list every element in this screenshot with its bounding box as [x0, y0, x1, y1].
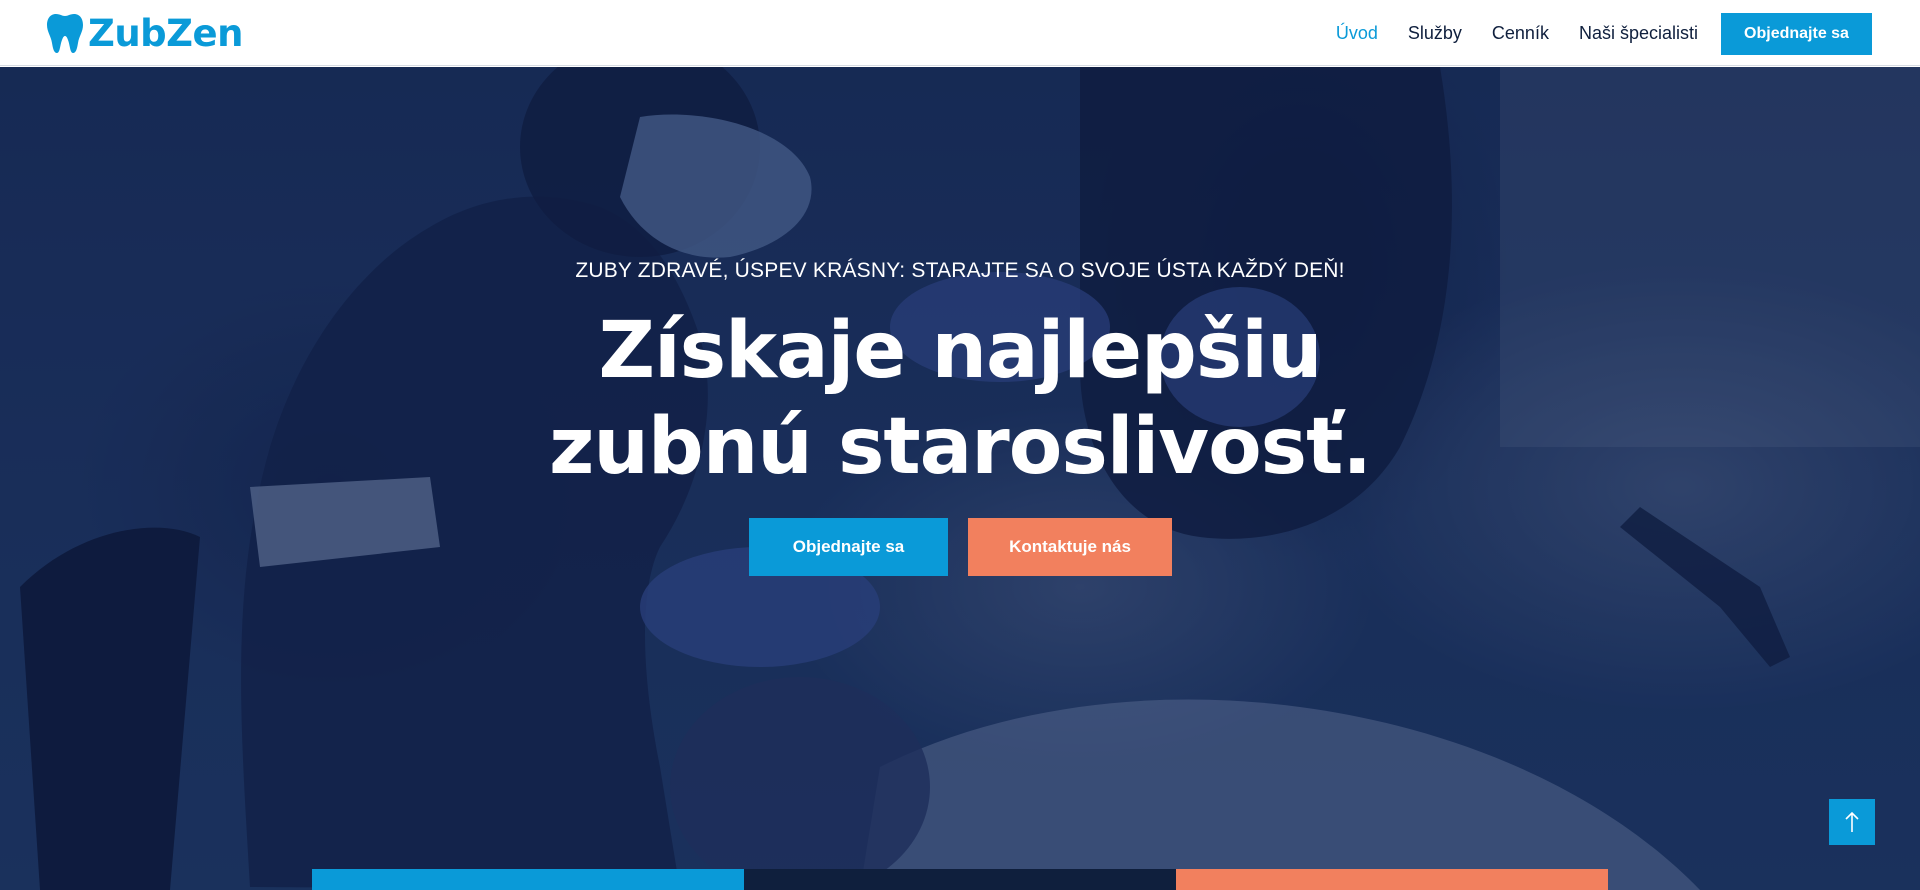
brand-logo[interactable]: ZubZen [46, 11, 243, 55]
brand-name: ZubZen [88, 11, 243, 55]
hero-book-button[interactable]: Objednajte sa [749, 518, 948, 576]
hero-content: ZUBY ZDRAVÉ, ÚSPEV KRÁSNY: STARAJTE SA O… [0, 67, 1920, 890]
feature-card-3 [1176, 869, 1608, 890]
header-book-button[interactable]: Objednajte sa [1721, 13, 1872, 55]
scroll-to-top-button[interactable] [1829, 799, 1875, 845]
main-navigation: Úvod Služby Cenník Naši špecialisti [1336, 0, 1698, 66]
hero-section: ZUBY ZDRAVÉ, ÚSPEV KRÁSNY: STARAJTE SA O… [0, 67, 1920, 890]
tooth-icon [46, 12, 84, 54]
hero-tagline: ZUBY ZDRAVÉ, ÚSPEV KRÁSNY: STARAJTE SA O… [575, 259, 1345, 282]
hero-contact-button[interactable]: Kontaktuje nás [968, 518, 1172, 576]
nav-item-cennik[interactable]: Cenník [1492, 23, 1549, 44]
nav-item-specialisti[interactable]: Naši špecialisti [1579, 23, 1698, 44]
nav-item-sluzby[interactable]: Služby [1408, 23, 1462, 44]
feature-cards-row [312, 869, 1608, 890]
hero-title-line-1: Získaje najlepšiu [598, 306, 1322, 396]
site-header: ZubZen Úvod Služby Cenník Naši špecialis… [0, 0, 1920, 66]
feature-card-2 [744, 869, 1176, 890]
hero-title: Získaje najlepšiu zubnú staroslivosť. [0, 303, 1920, 495]
nav-item-uvod[interactable]: Úvod [1336, 23, 1378, 44]
arrow-up-icon [1843, 811, 1861, 833]
feature-card-1 [312, 869, 744, 890]
hero-title-line-2: zubnú staroslivosť. [548, 402, 1372, 492]
